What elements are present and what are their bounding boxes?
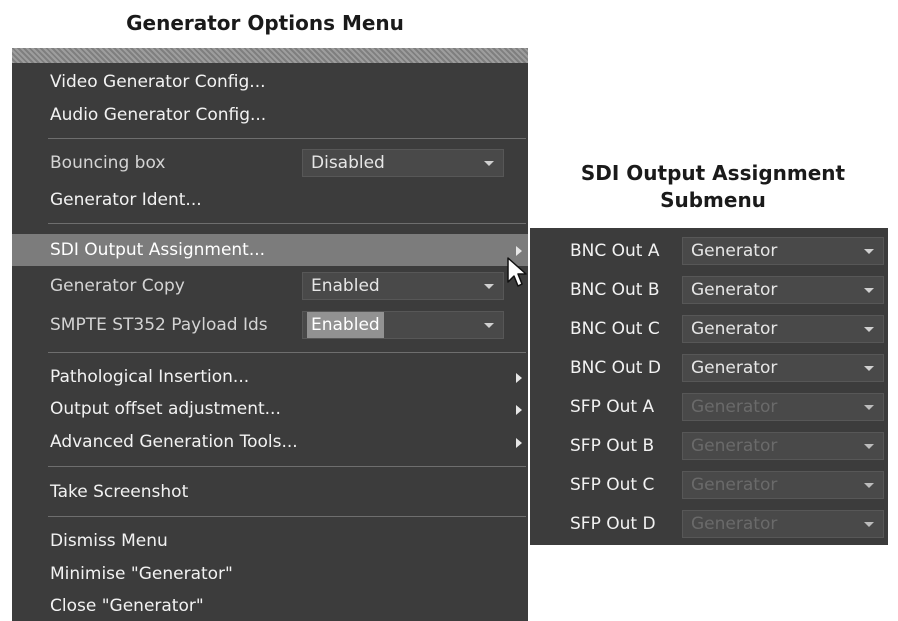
menu-item-bouncing-box: Bouncing box Disabled — [12, 147, 528, 179]
chevron-down-icon — [864, 288, 874, 293]
menu-item-label: Take Screenshot — [50, 482, 189, 502]
dropdown-value: Generator — [691, 436, 778, 456]
menu-item-label: Minimise "Generator" — [50, 564, 233, 584]
chevron-down-icon — [864, 405, 874, 410]
sfp-out-b-dropdown: Generator — [682, 432, 884, 460]
menu-item-dismiss-menu[interactable]: Dismiss Menu — [12, 525, 528, 557]
menu-item-label: Audio Generator Config... — [50, 105, 267, 125]
menu-item-label: Close "Generator" — [50, 596, 204, 616]
mouse-pointer-icon — [507, 257, 527, 287]
menu-item-sdi-output-assignment[interactable]: SDI Output Assignment... — [12, 234, 528, 266]
chevron-down-icon — [484, 323, 494, 328]
dropdown-value: Generator — [691, 241, 778, 261]
submenu-row-bnc-out-d: BNC Out D Generator — [530, 349, 888, 388]
chevron-right-icon — [516, 438, 522, 448]
dropdown-value: Generator — [691, 475, 778, 495]
submenu-row-sfp-out-a: SFP Out A Generator — [530, 388, 888, 427]
menu-item-smpte-payload-ids: SMPTE ST352 Payload Ids Enabled — [12, 309, 528, 341]
dropdown-value: Generator — [691, 514, 778, 534]
menu-item-generator-copy: Generator Copy Enabled — [12, 270, 528, 302]
smpte-payload-dropdown[interactable]: Enabled — [302, 311, 504, 339]
bnc-out-d-dropdown[interactable]: Generator — [682, 354, 884, 382]
menu-item-label: SMPTE ST352 Payload Ids — [50, 315, 268, 335]
dropdown-value: Generator — [691, 319, 778, 339]
submenu-row-sfp-out-d: SFP Out D Generator — [530, 505, 888, 544]
menu-divider — [48, 138, 526, 139]
bnc-out-a-dropdown[interactable]: Generator — [682, 237, 884, 265]
menu-divider — [48, 466, 526, 467]
menu-item-label: Generator Copy — [50, 276, 185, 296]
menu-title-bar — [12, 48, 528, 63]
menu-item-label: Dismiss Menu — [50, 531, 168, 551]
menu-item-audio-generator-config[interactable]: Audio Generator Config... — [12, 99, 528, 131]
menu-divider — [48, 516, 526, 517]
menu-item-generator-ident[interactable]: Generator Ident... — [12, 184, 528, 216]
submenu-row-sfp-out-c: SFP Out C Generator — [530, 466, 888, 505]
menu-item-video-generator-config[interactable]: Video Generator Config... — [12, 66, 528, 98]
chevron-down-icon — [864, 522, 874, 527]
output-label: BNC Out B — [570, 280, 660, 300]
sdi-output-assignment-submenu: BNC Out A Generator BNC Out B Generator … — [530, 228, 888, 545]
output-label: SFP Out A — [570, 397, 655, 417]
submenu-row-bnc-out-a: BNC Out A Generator — [530, 232, 888, 271]
dropdown-value: Disabled — [311, 153, 385, 173]
menu-item-label: Output offset adjustment... — [50, 399, 281, 419]
dropdown-value: Generator — [691, 358, 778, 378]
chevron-down-icon — [864, 483, 874, 488]
menu-item-label: Generator Ident... — [50, 190, 202, 210]
menu-item-pathological-insertion[interactable]: Pathological Insertion... — [12, 361, 528, 393]
dropdown-value: Generator — [691, 280, 778, 300]
menu-caption: Generator Options Menu — [126, 11, 404, 35]
menu-item-minimise-generator[interactable]: Minimise "Generator" — [12, 558, 528, 590]
menu-item-label: Advanced Generation Tools... — [50, 432, 298, 452]
chevron-down-icon — [864, 444, 874, 449]
dropdown-value: Enabled — [307, 312, 384, 338]
chevron-right-icon — [516, 246, 522, 256]
menu-item-take-screenshot[interactable]: Take Screenshot — [12, 476, 528, 508]
bnc-out-c-dropdown[interactable]: Generator — [682, 315, 884, 343]
generator-options-menu: Video Generator Config... Audio Generato… — [12, 48, 528, 621]
dropdown-value: Enabled — [311, 276, 380, 296]
output-label: BNC Out A — [570, 241, 660, 261]
menu-item-label: Bouncing box — [50, 153, 166, 173]
output-label: SFP Out D — [570, 514, 656, 534]
submenu-caption: SDI Output Assignment Submenu — [580, 161, 846, 212]
chevron-down-icon — [864, 366, 874, 371]
menu-item-output-offset-adjustment[interactable]: Output offset adjustment... — [12, 393, 528, 425]
chevron-right-icon — [516, 405, 522, 415]
chevron-down-icon — [864, 249, 874, 254]
menu-item-label: Pathological Insertion... — [50, 367, 250, 387]
output-label: SFP Out B — [570, 436, 655, 456]
menu-item-close-generator[interactable]: Close "Generator" — [12, 590, 528, 621]
submenu-row-bnc-out-b: BNC Out B Generator — [530, 271, 888, 310]
submenu-row-sfp-out-b: SFP Out B Generator — [530, 427, 888, 466]
bnc-out-b-dropdown[interactable]: Generator — [682, 276, 884, 304]
chevron-right-icon — [516, 373, 522, 383]
sfp-out-a-dropdown: Generator — [682, 393, 884, 421]
chevron-down-icon — [484, 161, 494, 166]
menu-divider — [48, 352, 526, 353]
menu-divider — [48, 223, 526, 224]
chevron-down-icon — [484, 284, 494, 289]
menu-item-label: SDI Output Assignment... — [50, 240, 266, 260]
dropdown-value: Generator — [691, 397, 778, 417]
chevron-down-icon — [864, 327, 874, 332]
menu-item-advanced-generation-tools[interactable]: Advanced Generation Tools... — [12, 426, 528, 458]
bouncing-box-dropdown[interactable]: Disabled — [302, 149, 504, 177]
output-label: BNC Out C — [570, 319, 660, 339]
submenu-row-bnc-out-c: BNC Out C Generator — [530, 310, 888, 349]
generator-copy-dropdown[interactable]: Enabled — [302, 272, 504, 300]
sfp-out-c-dropdown: Generator — [682, 471, 884, 499]
output-label: SFP Out C — [570, 475, 655, 495]
sfp-out-d-dropdown: Generator — [682, 510, 884, 538]
menu-item-label: Video Generator Config... — [50, 72, 266, 92]
output-label: BNC Out D — [570, 358, 661, 378]
